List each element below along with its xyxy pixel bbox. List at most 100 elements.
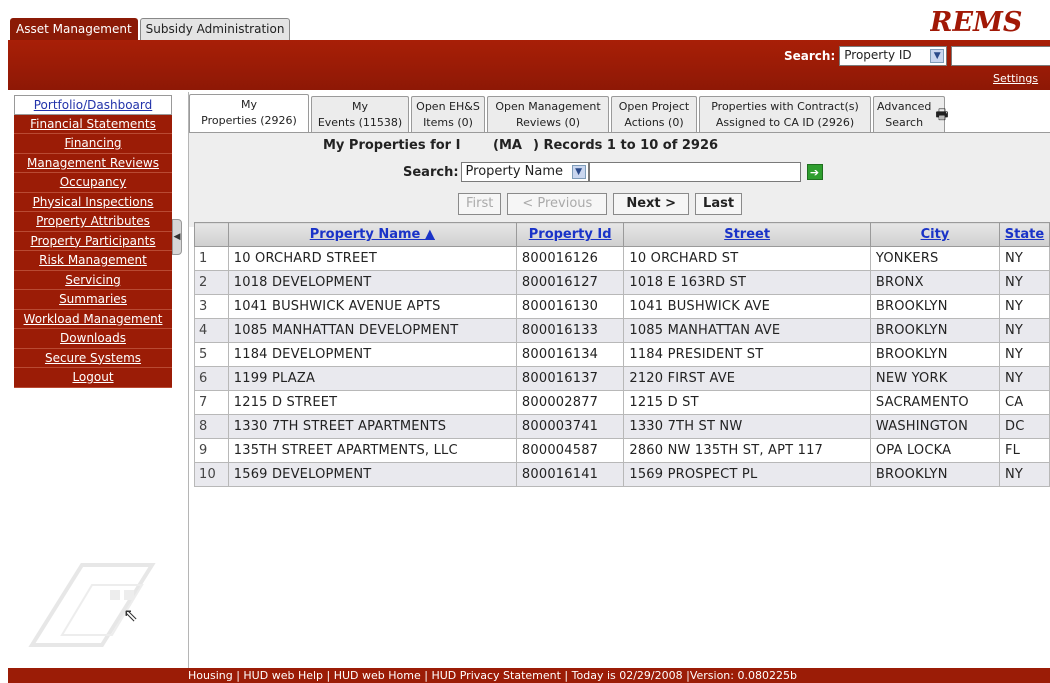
tab-label-line2: Reviews (0) <box>515 116 581 129</box>
search-input[interactable] <box>951 46 1050 66</box>
table-search-input[interactable] <box>588 162 801 182</box>
column-header-property-name[interactable]: Property Name ▲ <box>227 222 517 247</box>
nav-downloads[interactable]: Downloads <box>14 329 172 349</box>
property-name-cell: 1184 DEVELOPMENT <box>227 342 517 367</box>
footer-links[interactable]: Housing | HUD web Help | HUD web Home | … <box>188 669 797 682</box>
property-name-cell: 1569 DEVELOPMENT <box>227 462 517 487</box>
table-row[interactable]: 10 1569 DEVELOPMENT 800016141 1569 PROSPECT… <box>194 462 1050 487</box>
row-index: 7 <box>194 390 229 415</box>
street-cell: 1330 7TH ST NW <box>623 414 871 439</box>
nav-management-reviews[interactable]: Management Reviews <box>14 153 172 173</box>
previous-page-button[interactable]: < Previous <box>507 193 608 215</box>
tab-label-line1: Advanced <box>877 99 932 113</box>
state-cell: CA <box>999 390 1050 415</box>
tab-my-properties[interactable]: My Properties (2926) <box>189 94 309 132</box>
street-cell: 1018 E 163RD ST <box>623 270 871 295</box>
property-id-cell: 800016141 <box>515 462 625 487</box>
column-header-index <box>194 222 229 247</box>
state-cell: DC <box>999 414 1050 439</box>
street-cell: 1569 PROSPECT PL <box>623 462 871 487</box>
nav-servicing[interactable]: Servicing <box>14 270 172 290</box>
state-cell: NY <box>999 462 1050 487</box>
tab-label-line1: Open Management <box>495 100 601 113</box>
street-cell: 1085 MANHATTAN AVE <box>623 318 871 343</box>
nav-logout[interactable]: Logout <box>14 368 172 388</box>
tab-properties-with-contracts[interactable]: Properties with Contract(s) Assigned to … <box>699 96 871 132</box>
building-watermark-icon <box>28 563 156 647</box>
street-cell: 10 ORCHARD ST <box>623 246 871 271</box>
app-tab-bar: Asset Management Subsidy Administration … <box>0 0 1050 40</box>
table-row[interactable]: 6 1199 PLAZA 800016137 2120 FIRST AVE NEW YO… <box>194 366 1050 391</box>
street-cell: 1041 BUSHWICK AVE <box>623 294 871 319</box>
row-index: 4 <box>194 318 229 343</box>
nav-summaries[interactable]: Summaries <box>14 290 172 310</box>
tab-open-ehs-items[interactable]: Open EH&S Items (0) <box>411 96 485 132</box>
tab-label-line2: Events (11538) <box>317 116 403 129</box>
results-header: My Properties for I (MA) Records 1 to 10 … <box>189 132 1050 227</box>
tab-open-project-actions[interactable]: Open Project Actions (0) <box>611 96 697 132</box>
tab-my-events[interactable]: My Events (11538) <box>311 96 409 132</box>
table-row[interactable]: 1 10 ORCHARD STREET 800016126 10 ORCHARD ST… <box>194 246 1050 271</box>
table-row[interactable]: 8 1330 7TH STREET APARTMENTS 800003741 1330… <box>194 414 1050 439</box>
row-index: 10 <box>194 462 229 487</box>
search-type-select[interactable]: Property ID ▼ <box>839 46 948 66</box>
table-row[interactable]: 2 1018 DEVELOPMENT 800016127 1018 E 163RD S… <box>194 270 1050 295</box>
column-header-property-id[interactable]: Property Id <box>515 222 625 247</box>
table-row[interactable]: 5 1184 DEVELOPMENT 800016134 1184 PRESIDENT… <box>194 342 1050 367</box>
city-cell: YONKERS <box>869 246 1001 271</box>
tab-subsidy-administration[interactable]: Subsidy Administration <box>139 18 291 40</box>
settings-link[interactable]: Settings <box>993 72 1038 85</box>
tab-label-line2: Properties (2926) <box>201 114 297 127</box>
nav-property-participants[interactable]: Property Participants <box>14 231 172 251</box>
table-row[interactable]: 9 135TH STREET APARTMENTS, LLC 800004587 28… <box>194 438 1050 463</box>
records-count: ) Records 1 to 10 of 2926 <box>533 138 719 153</box>
row-index: 5 <box>194 342 229 367</box>
last-page-button[interactable]: Last <box>695 193 743 215</box>
property-id-cell: 800016130 <box>515 294 625 319</box>
collapse-sidebar-handle[interactable]: ◀ <box>172 219 182 255</box>
table-header-row: Property Name ▲ Property Id Street City … <box>194 222 1050 247</box>
column-header-street[interactable]: Street <box>623 222 871 247</box>
table-search-field-select[interactable]: Property Name ▼ <box>460 162 589 182</box>
header-band: Search: Property ID ▼ ➔ Settings <box>8 40 1050 90</box>
search-label: Search: <box>784 49 836 63</box>
row-index: 3 <box>194 294 229 319</box>
nav-occupancy[interactable]: Occupancy <box>14 173 172 193</box>
column-header-city[interactable]: City <box>869 222 1001 247</box>
nav-financial-statements[interactable]: Financial Statements <box>14 114 172 134</box>
next-page-button[interactable]: Next > <box>613 193 690 215</box>
tab-advanced-search[interactable]: Advanced Search 🖶 <box>873 96 949 133</box>
street-cell: 1184 PRESIDENT ST <box>623 342 871 367</box>
go-arrow-icon[interactable]: ➔ <box>806 164 823 180</box>
property-name-cell: 135TH STREET APARTMENTS, LLC <box>227 438 517 463</box>
nav-property-attributes[interactable]: Property Attributes <box>14 212 172 232</box>
nav-physical-inspections[interactable]: Physical Inspections <box>14 192 172 212</box>
search-type-value: Property ID <box>844 48 912 62</box>
state-cell: NY <box>999 270 1050 295</box>
records-summary: My Properties for I (MA) Records 1 to 10 … <box>323 138 718 153</box>
table-row[interactable]: 7 1215 D STREET 800002877 1215 D ST SACRAMEN… <box>194 390 1050 415</box>
tab-label-line2: Actions (0) <box>624 116 684 129</box>
tab-open-management-reviews[interactable]: Open Management Reviews (0) <box>487 96 609 132</box>
content-tabs: My Properties (2926) My Events (11538) O… <box>189 92 949 133</box>
state-cell: NY <box>999 246 1050 271</box>
column-header-state[interactable]: State <box>999 222 1050 247</box>
properties-table: Property Name ▲ Property Id Street City … <box>194 222 1050 487</box>
tab-label-line1: Properties with Contract(s) <box>711 100 859 113</box>
state-cell: NY <box>999 366 1050 391</box>
property-name-cell: 10 ORCHARD STREET <box>227 246 517 271</box>
tab-asset-management[interactable]: Asset Management <box>10 18 138 40</box>
city-cell: OPA LOCKA <box>869 438 1001 463</box>
property-name-cell: 1085 MANHATTAN DEVELOPMENT <box>227 318 517 343</box>
row-index: 1 <box>194 246 229 271</box>
table-row[interactable]: 3 1041 BUSHWICK AVENUE APTS 800016130 1041 … <box>194 294 1050 319</box>
printer-icon[interactable]: 🖶 <box>935 97 948 133</box>
table-row[interactable]: 4 1085 MANHATTAN DEVELOPMENT 800016133 1085… <box>194 318 1050 343</box>
nav-workload-management[interactable]: Workload Management <box>14 309 172 329</box>
first-page-button[interactable]: First <box>458 193 502 215</box>
nav-risk-management[interactable]: Risk Management <box>14 251 172 271</box>
nav-financing[interactable]: Financing <box>14 134 172 154</box>
nav-portfolio-dashboard[interactable]: Portfolio/Dashboard <box>14 95 172 115</box>
records-org: (MA <box>493 138 522 153</box>
nav-secure-systems[interactable]: Secure Systems <box>14 348 172 368</box>
